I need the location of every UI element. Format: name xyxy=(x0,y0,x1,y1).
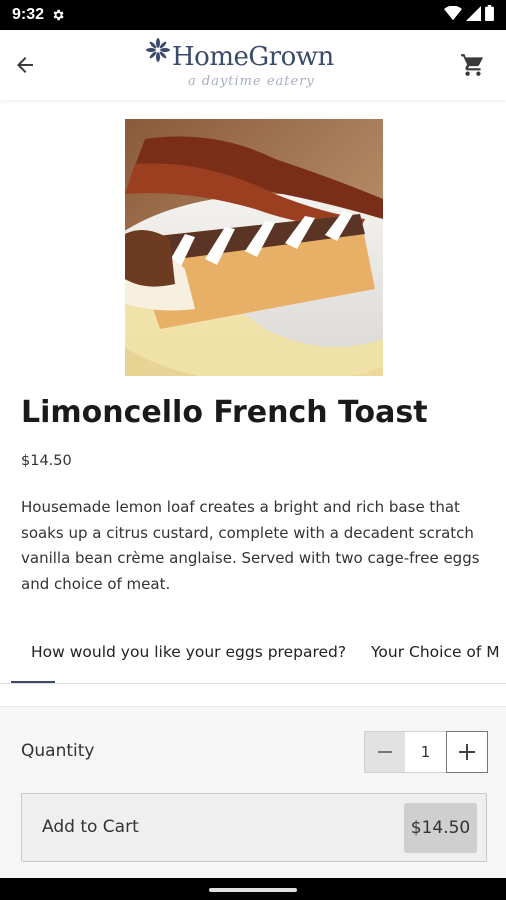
cellular-signal-icon xyxy=(466,5,481,25)
app-bar: HomeGrown a daytime eatery xyxy=(0,30,506,100)
plus-icon xyxy=(459,744,475,760)
wifi-icon xyxy=(444,5,462,25)
tab-eggs-prepared[interactable]: How would you like your eggs prepared? xyxy=(31,620,346,683)
add-to-cart-label: Add to Cart xyxy=(42,817,139,837)
order-panel: Quantity 1 Add to Cart $14.50 xyxy=(0,706,506,878)
quantity-label: Quantity xyxy=(21,741,95,761)
add-to-cart-price: $14.50 xyxy=(404,803,477,853)
french-toast-photo xyxy=(125,119,383,376)
minus-icon xyxy=(378,751,392,753)
tab-choice-of-meat[interactable]: Your Choice of M xyxy=(371,620,500,683)
increase-quantity-button[interactable] xyxy=(446,731,488,773)
gear-icon xyxy=(51,8,65,22)
shopping-cart-icon xyxy=(461,54,484,76)
tab-active-indicator xyxy=(11,681,55,683)
cart-button[interactable] xyxy=(459,51,487,79)
homegrown-logo: HomeGrown a daytime eatery xyxy=(146,36,362,96)
logo-text: HomeGrown xyxy=(172,42,334,72)
arrow-left-icon xyxy=(17,57,33,73)
status-time: 9:32 xyxy=(12,6,45,23)
decrease-quantity-button[interactable] xyxy=(364,731,405,773)
product-description: Housemade lemon loaf creates a bright an… xyxy=(21,498,480,593)
product-title: Limoncello French Toast xyxy=(21,395,428,430)
battery-icon xyxy=(485,5,494,25)
home-gesture-handle[interactable] xyxy=(209,888,297,892)
add-to-cart-button[interactable]: Add to Cart $14.50 xyxy=(21,793,487,862)
option-tabs: How would you like your eggs prepared? Y… xyxy=(0,620,506,684)
logo-tagline: a daytime eatery xyxy=(188,74,315,89)
flower-icon xyxy=(146,38,170,62)
product-price: $14.50 xyxy=(21,453,72,469)
back-button[interactable] xyxy=(10,51,40,79)
system-nav-bar xyxy=(0,878,506,900)
status-bar: 9:32 xyxy=(0,0,506,30)
quantity-value: 1 xyxy=(405,731,446,773)
quantity-stepper: 1 xyxy=(364,731,488,773)
